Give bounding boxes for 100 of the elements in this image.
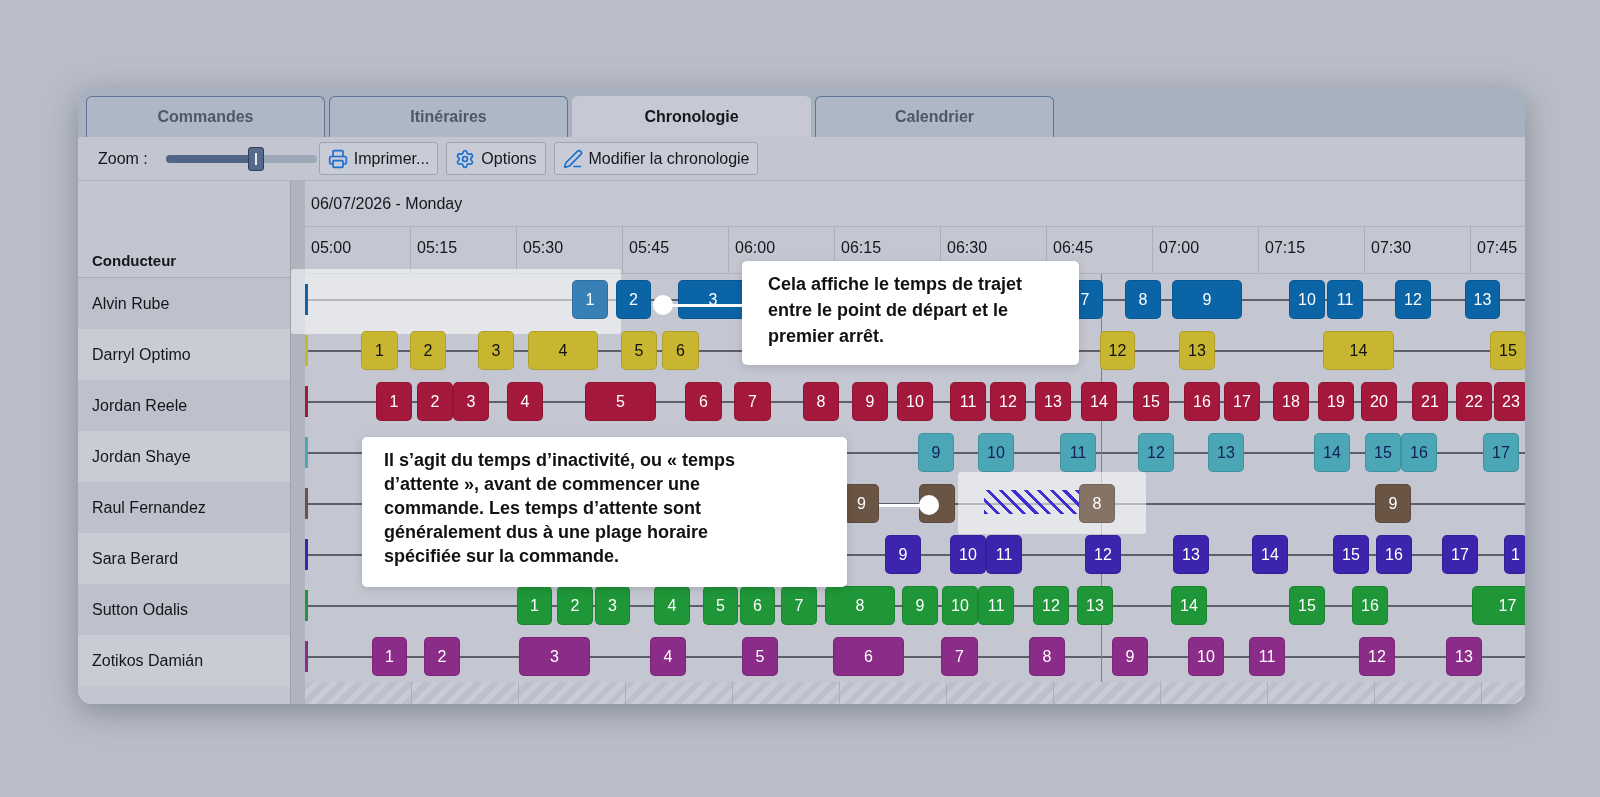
order-block[interactable]: 11: [1060, 433, 1096, 472]
order-block[interactable]: 7: [734, 382, 771, 421]
order-block[interactable]: 10: [978, 433, 1014, 472]
order-block[interactable]: 8: [1029, 637, 1065, 676]
order-block[interactable]: 13: [1173, 535, 1209, 574]
order-block[interactable]: 9: [885, 535, 921, 574]
driver-row[interactable]: Alvin Rube: [78, 278, 290, 329]
order-block[interactable]: 3: [453, 382, 489, 421]
order-block[interactable]: 13: [1035, 382, 1071, 421]
order-block[interactable]: 14: [1081, 382, 1117, 421]
order-block[interactable]: 9: [1112, 637, 1148, 676]
order-block[interactable]: 13: [1208, 433, 1244, 472]
order-block[interactable]: 2: [410, 331, 446, 370]
order-block[interactable]: 4: [507, 382, 543, 421]
order-block[interactable]: 3: [595, 586, 630, 625]
order-block[interactable]: 6: [685, 382, 722, 421]
order-block[interactable]: 1: [572, 280, 608, 319]
order-block[interactable]: 14: [1314, 433, 1350, 472]
order-block[interactable]: 1: [376, 382, 412, 421]
driver-row[interactable]: Zotikos Damián: [78, 635, 290, 686]
order-block[interactable]: 13: [1077, 586, 1113, 625]
order-block[interactable]: 12: [1033, 586, 1069, 625]
order-block[interactable]: 5: [742, 637, 778, 676]
zoom-slider[interactable]: [165, 146, 317, 171]
order-block[interactable]: 10: [1289, 280, 1325, 319]
order-block[interactable]: 4: [528, 331, 598, 370]
driver-row[interactable]: Jordan Shaye: [78, 431, 290, 482]
order-block[interactable]: 6: [662, 331, 699, 370]
order-block[interactable]: 1: [517, 586, 552, 625]
order-block[interactable]: 2: [424, 637, 460, 676]
toolbar-button[interactable]: Imprimer...: [318, 142, 439, 175]
order-block[interactable]: 12: [1085, 535, 1121, 574]
slider-thumb[interactable]: [248, 146, 265, 171]
order-block[interactable]: 23: [1494, 382, 1525, 421]
order-block[interactable]: 13: [1446, 637, 1482, 676]
order-block[interactable]: 12: [1359, 637, 1395, 676]
order-block[interactable]: 9: [852, 382, 888, 421]
order-block[interactable]: 4: [654, 586, 690, 625]
order-block[interactable]: 8: [825, 586, 895, 625]
order-block[interactable]: 2: [557, 586, 593, 625]
tab[interactable]: Calendrier: [815, 96, 1054, 137]
order-block[interactable]: 6: [740, 586, 775, 625]
order-block[interactable]: 13: [1179, 331, 1215, 370]
order-block[interactable]: 9: [918, 433, 954, 472]
tab[interactable]: Itinéraires: [329, 96, 568, 137]
order-block[interactable]: 14: [1252, 535, 1288, 574]
order-block[interactable]: 15: [1365, 433, 1401, 472]
tab[interactable]: Commandes: [86, 96, 325, 137]
order-block[interactable]: 11: [1249, 637, 1285, 676]
order-block[interactable]: 17: [1224, 382, 1260, 421]
order-block[interactable]: 11: [1327, 280, 1363, 319]
order-block[interactable]: 10: [950, 535, 986, 574]
order-block[interactable]: 22: [1456, 382, 1492, 421]
order-block[interactable]: 14: [1171, 586, 1207, 625]
toolbar-button[interactable]: Modifier la chronologie: [553, 142, 759, 175]
driver-row[interactable]: Raul Fernandez: [78, 482, 290, 533]
order-block[interactable]: 8: [803, 382, 839, 421]
order-block[interactable]: 1: [1504, 535, 1525, 574]
order-block[interactable]: 15: [1289, 586, 1325, 625]
order-block[interactable]: 10: [1188, 637, 1224, 676]
driver-row[interactable]: Jordan Reele: [78, 380, 290, 431]
order-block[interactable]: 1: [361, 331, 398, 370]
order-block[interactable]: 11: [978, 586, 1014, 625]
order-block[interactable]: 11: [950, 382, 986, 421]
driver-row[interactable]: Sutton Odalis: [78, 584, 290, 635]
driver-row[interactable]: Darryl Optimo: [78, 329, 290, 380]
order-block[interactable]: 13: [1465, 280, 1500, 319]
order-block[interactable]: 15: [1133, 382, 1169, 421]
order-block[interactable]: 2: [616, 280, 651, 319]
order-block[interactable]: 12: [990, 382, 1026, 421]
order-block[interactable]: 8: [1125, 280, 1161, 319]
order-block[interactable]: 15: [1333, 535, 1369, 574]
order-block[interactable]: 15: [1490, 331, 1525, 370]
driver-row[interactable]: Sara Berard: [78, 533, 290, 584]
order-block[interactable]: 5: [703, 586, 738, 625]
order-block[interactable]: 14: [1323, 331, 1394, 370]
order-block[interactable]: 17: [1442, 535, 1478, 574]
order-block[interactable]: 4: [650, 637, 686, 676]
order-block[interactable]: 9: [1375, 484, 1411, 523]
toolbar-button[interactable]: Options: [446, 142, 546, 175]
order-block[interactable]: 10: [897, 382, 933, 421]
order-block[interactable]: 16: [1352, 586, 1388, 625]
order-block[interactable]: 16: [1376, 535, 1412, 574]
order-block[interactable]: 7: [781, 586, 817, 625]
order-block[interactable]: 12: [1395, 280, 1431, 319]
order-block[interactable]: 12: [1138, 433, 1174, 472]
order-block[interactable]: 5: [621, 331, 657, 370]
tab[interactable]: Chronologie: [572, 96, 811, 137]
order-block[interactable]: 2: [417, 382, 453, 421]
order-block[interactable]: 21: [1412, 382, 1448, 421]
order-block[interactable]: 19: [1318, 382, 1354, 421]
order-block[interactable]: 3: [478, 331, 514, 370]
order-block[interactable]: 3: [519, 637, 590, 676]
order-block[interactable]: 6: [833, 637, 904, 676]
order-block[interactable]: 17: [1472, 586, 1525, 625]
order-block[interactable]: 1: [372, 637, 407, 676]
order-block[interactable]: 10: [942, 586, 978, 625]
order-block[interactable]: 16: [1401, 433, 1437, 472]
order-block[interactable]: 17: [1483, 433, 1519, 472]
order-block[interactable]: 11: [986, 535, 1022, 574]
